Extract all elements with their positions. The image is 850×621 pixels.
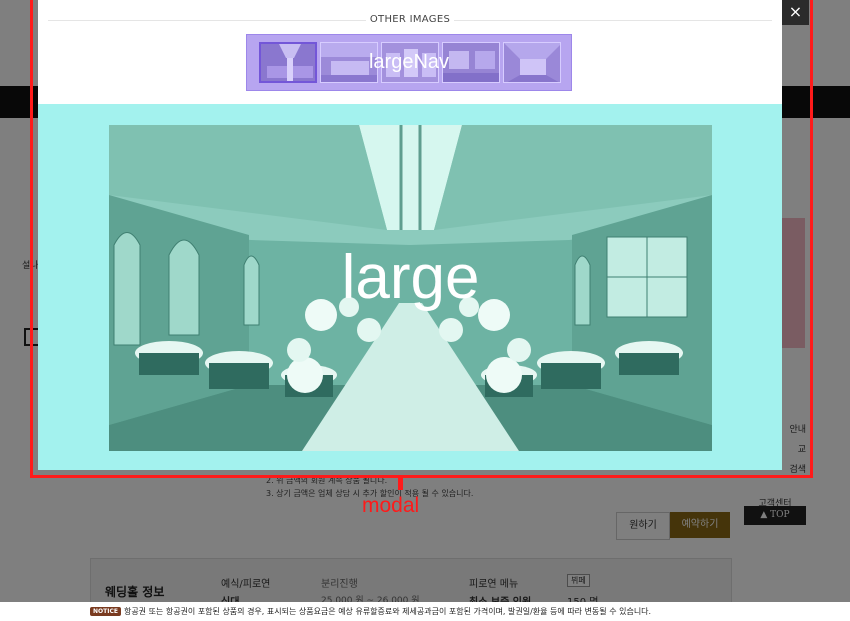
notice-badge: NOTICE <box>90 607 121 616</box>
thumbnail-5[interactable] <box>503 42 561 83</box>
annotation-connector <box>398 478 403 490</box>
thumbnail-1[interactable] <box>259 42 317 83</box>
thumbnail-2[interactable] <box>320 42 378 83</box>
large-nav-thumbnail-strip: largeNav <box>246 34 572 91</box>
thumbnail-3[interactable] <box>381 42 439 83</box>
notice-text: 항공권 또는 항공권이 포함된 상품의 경우, 표시되는 상품요금은 예상 유류… <box>123 607 652 616</box>
other-images-title: OTHER IMAGES <box>38 14 782 25</box>
wedding-hall-image: large <box>109 125 712 451</box>
notice-bar: NOTICE 항공권 또는 항공권이 포함된 상품의 경우, 표시되는 상품요금은… <box>0 602 850 621</box>
image-gallery-modal: OTHER IMAGES largeNav large <box>38 0 782 470</box>
large-image-area: large <box>38 104 782 470</box>
thumbnail-4[interactable] <box>442 42 500 83</box>
close-modal-button[interactable]: × <box>782 0 809 25</box>
wedding-hall-illustration <box>109 125 712 451</box>
modal-annotation-label: modal <box>362 494 420 517</box>
